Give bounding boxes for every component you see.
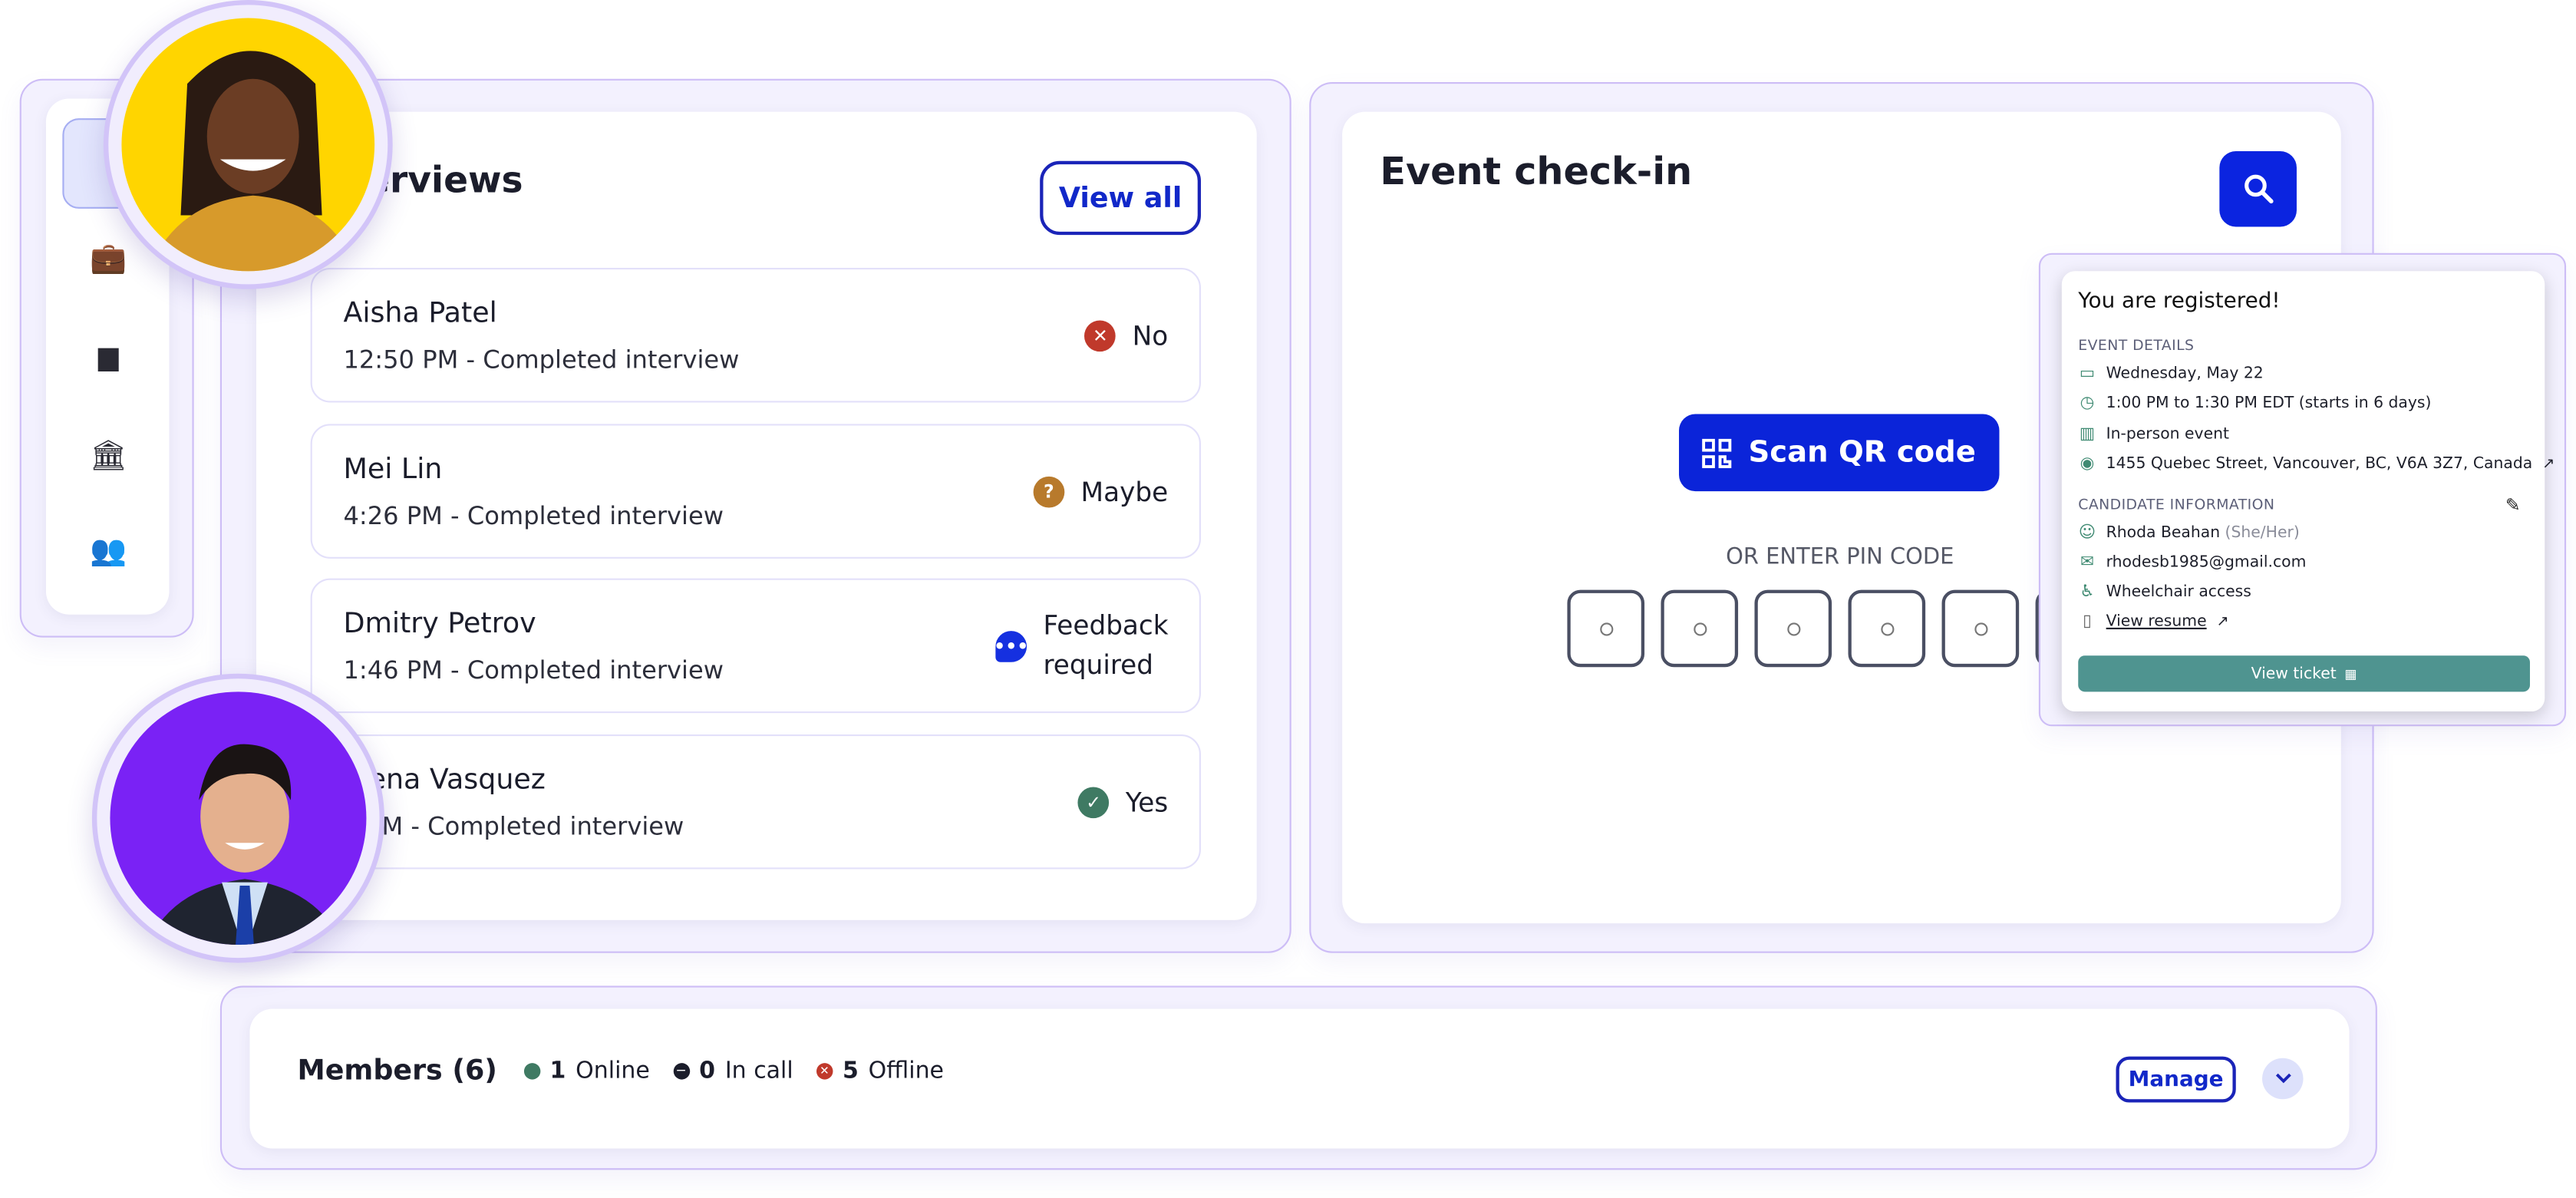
chevron-down-icon xyxy=(2274,1073,2291,1084)
question-circle-icon: ? xyxy=(1033,475,1065,507)
accessibility-icon: ♿ xyxy=(2080,583,2095,602)
event-type: In-person event xyxy=(2106,425,2230,444)
pin-digit-input[interactable] xyxy=(1567,589,1645,668)
online-label: Online xyxy=(576,1058,650,1084)
candidate-email: rhodesb1985@gmail.com xyxy=(2106,553,2307,573)
expand-button[interactable] xyxy=(2262,1058,2304,1100)
scan-qr-button[interactable]: Scan QR code xyxy=(1678,414,2000,492)
external-link-icon[interactable]: ↗ xyxy=(2216,614,2228,630)
pin-digit-input[interactable] xyxy=(1661,589,1739,668)
view-ticket-label: View ticket xyxy=(2251,664,2337,683)
status-label: No xyxy=(1132,319,1169,351)
manage-button[interactable]: Manage xyxy=(2116,1056,2236,1103)
pin-digit-input[interactable] xyxy=(1848,589,1926,668)
status-label: Maybe xyxy=(1080,475,1169,507)
status-label: Feedback required xyxy=(1043,609,1169,681)
calendar-icon: ▭ xyxy=(2079,365,2096,383)
view-all-button[interactable]: View all xyxy=(1040,160,1201,236)
pin-digit-input[interactable] xyxy=(1941,589,2020,668)
avatar xyxy=(91,673,384,963)
candidate-name: Aisha Patel xyxy=(343,297,497,331)
view-resume-link[interactable]: View resume xyxy=(2106,613,2207,632)
team-icon: 👥 xyxy=(90,533,127,569)
members-title: Members (6) xyxy=(297,1054,497,1088)
sidebar-item-jobs[interactable]: 💼 xyxy=(75,240,141,283)
event-date: Wednesday, May 22 xyxy=(2106,365,2264,383)
building-icon: ▥ xyxy=(2079,425,2096,444)
location-pin-icon: ◉ xyxy=(2080,455,2095,474)
institution-icon: 🏛 xyxy=(89,438,127,474)
in-call-icon: − xyxy=(672,1063,690,1080)
search-button[interactable] xyxy=(2219,150,2297,227)
clock-icon: ◷ xyxy=(2080,394,2095,413)
x-circle-icon: ✕ xyxy=(1084,319,1116,351)
chat-bubble-icon: ••• xyxy=(994,630,1028,662)
qr-code-icon xyxy=(1702,437,1732,467)
calendar-icon: ▆ xyxy=(98,340,119,371)
in-call-label: In call xyxy=(724,1058,793,1084)
candidate-name: Mei Lin xyxy=(343,453,443,487)
interview-row[interactable]: Aisha Patel 12:50 PM - Completed intervi… xyxy=(310,267,1201,403)
interview-detail: 12:50 PM - Completed interview xyxy=(343,345,740,375)
interview-row[interactable]: Dmitry Petrov 1:46 PM - Completed interv… xyxy=(310,578,1201,714)
person-photo xyxy=(147,744,343,946)
online-dot-icon xyxy=(523,1063,540,1080)
external-link-icon[interactable]: ↗ xyxy=(2542,456,2555,472)
candidate-pronouns: (She/Her) xyxy=(2225,523,2300,543)
registration-title: You are registered! xyxy=(2078,289,2281,314)
registration-card xyxy=(2061,271,2545,712)
checkin-title: Event check-in xyxy=(1380,150,1693,194)
pin-digit-input[interactable] xyxy=(1754,589,1832,668)
view-ticket-button[interactable]: View ticket ▦ xyxy=(2078,655,2530,692)
status-label: Yes xyxy=(1125,786,1169,818)
edit-pencil-icon[interactable]: ✎ xyxy=(2505,494,2521,516)
qr-code-icon: ▦ xyxy=(2344,666,2357,682)
avatar xyxy=(103,0,393,289)
document-icon: ▯ xyxy=(2083,612,2092,632)
mail-icon: ✉ xyxy=(2080,553,2094,573)
candidate-name: Dmitry Petrov xyxy=(343,608,536,641)
in-call-count: 0 xyxy=(699,1058,715,1084)
scan-qr-label: Scan QR code xyxy=(1748,435,1976,470)
online-count: 1 xyxy=(549,1058,566,1084)
check-circle-icon: ✓ xyxy=(1077,786,1110,818)
event-details-heading: EVENT DETAILS xyxy=(2078,338,2195,355)
offline-icon: ✕ xyxy=(816,1063,833,1080)
person-photo xyxy=(148,51,358,272)
briefcase-icon: 💼 xyxy=(90,241,127,276)
sidebar-item-institution[interactable]: 🏛 xyxy=(75,437,141,480)
candidate-accessibility: Wheelchair access xyxy=(2106,583,2251,602)
candidate-info-heading: CANDIDATE INFORMATION xyxy=(2078,497,2275,515)
event-time: 1:00 PM to 1:30 PM EDT (starts in 6 days… xyxy=(2106,394,2432,413)
sidebar-item-calendar[interactable]: ▆ xyxy=(75,338,141,381)
interview-detail: 4:26 PM - Completed interview xyxy=(343,500,724,531)
candidate-name: Rhoda Beahan xyxy=(2106,523,2221,543)
search-icon xyxy=(2244,174,2273,204)
event-address[interactable]: 1455 Quebec Street, Vancouver, BC, V6A 3… xyxy=(2106,455,2533,474)
pin-code-label: OR ENTER PIN CODE xyxy=(1726,543,1954,570)
interview-row[interactable]: Elena Vasquez 3 PM - Completed interview… xyxy=(310,734,1201,870)
interview-row[interactable]: Mei Lin 4:26 PM - Completed interview ? M… xyxy=(310,424,1201,559)
interview-detail: 3 PM - Completed interview xyxy=(343,811,684,842)
offline-label: Offline xyxy=(868,1058,945,1084)
offline-count: 5 xyxy=(842,1058,859,1084)
sidebar-item-team[interactable]: 👥 xyxy=(75,533,141,576)
interview-detail: 1:46 PM - Completed interview xyxy=(343,655,724,685)
person-icon: ☺ xyxy=(2078,523,2096,543)
